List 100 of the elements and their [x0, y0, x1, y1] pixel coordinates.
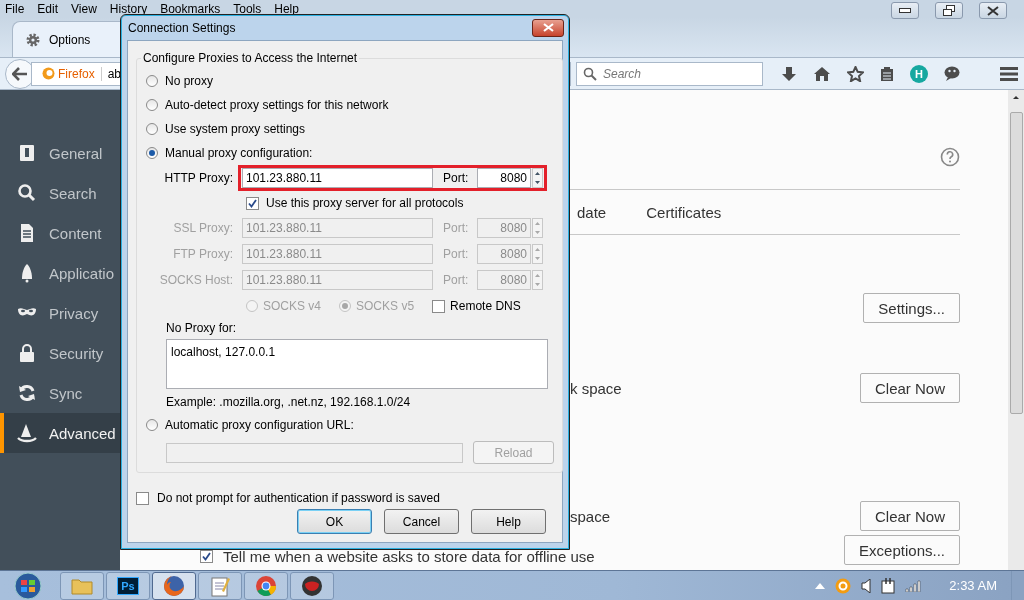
close-icon — [542, 23, 554, 32]
content-tab[interactable]: date — [577, 203, 607, 221]
restore-icon — [943, 5, 955, 16]
menu-icon[interactable] — [1000, 66, 1018, 81]
checkbox[interactable] — [200, 550, 213, 563]
setting-label: space — [570, 507, 611, 525]
sidebar-item[interactable]: Applicatio — [0, 253, 120, 293]
sync-icon — [17, 383, 37, 403]
dialog-button[interactable]: OK — [297, 509, 372, 534]
checkbox[interactable] — [432, 299, 446, 313]
radio-button[interactable] — [146, 147, 158, 159]
tab-title: Options — [49, 32, 91, 47]
security-icon — [17, 343, 37, 363]
port-label: Port: — [442, 171, 470, 185]
field-label: HTTP Proxy: — [163, 171, 234, 185]
close-button[interactable] — [979, 2, 1007, 19]
sidebar-item[interactable]: Sync — [0, 373, 120, 413]
ring-icon[interactable] — [835, 577, 852, 594]
checkbox[interactable] — [136, 491, 149, 505]
search-icon — [17, 183, 37, 203]
action-button[interactable]: Exceptions... — [844, 535, 960, 565]
site-identity[interactable]: Firefox — [42, 66, 102, 81]
example-text: Example: .mozilla.org, .net.nz, 192.168.1.0/24 — [166, 395, 412, 409]
minimize-button[interactable] — [891, 2, 919, 19]
checkbox-label: Do not prompt for authentication if password is saved — [157, 491, 440, 505]
field-label: No Proxy for: — [166, 321, 238, 335]
url-text: ab — [107, 66, 122, 81]
sidebar-item[interactable]: Search — [0, 173, 120, 213]
text-area[interactable]: localhost, 127.0.0.1 — [166, 339, 548, 389]
chrome-icon — [255, 574, 277, 597]
taskbar-button[interactable] — [290, 571, 334, 600]
radio-label: Use system proxy settings — [165, 122, 306, 136]
checkbox-label: Remote DNS — [450, 299, 521, 313]
scrollbar[interactable] — [1008, 90, 1024, 570]
close-icon — [987, 5, 999, 16]
field-label: SOCKS Host: — [158, 273, 234, 287]
menu-item[interactable]: Tools — [233, 1, 262, 16]
radio-button[interactable] — [146, 99, 158, 111]
app-icon: Ps — [117, 576, 139, 595]
spinner-icon[interactable] — [532, 168, 543, 188]
radio-label: Auto-detect proxy settings for this network — [165, 98, 389, 112]
download-icon[interactable] — [781, 65, 797, 82]
menu-item[interactable]: Bookmarks — [160, 1, 221, 16]
general-icon — [17, 143, 37, 163]
folder-icon — [71, 576, 93, 595]
arrow-icon — [12, 66, 28, 81]
radio-label: Automatic proxy configuration URL: — [165, 418, 354, 432]
sidebar-item[interactable]: Security — [0, 333, 120, 373]
speaker-icon[interactable] — [861, 578, 872, 593]
radio-label: SOCKS v4 — [263, 299, 322, 313]
checkbox[interactable] — [246, 196, 259, 210]
content-tab[interactable]: Certificates — [646, 203, 722, 221]
advanced-icon — [17, 423, 37, 443]
setting-label: k space — [570, 379, 622, 397]
dialog-button[interactable]: Help — [471, 509, 546, 534]
star-icon[interactable] — [847, 65, 864, 82]
clipboard-icon[interactable] — [880, 65, 894, 82]
action-button[interactable]: Settings... — [863, 293, 960, 323]
radio-label: No proxy — [165, 74, 214, 88]
action-button[interactable]: Clear Now — [859, 501, 960, 531]
minimize-icon — [899, 7, 911, 14]
globe-icon — [163, 574, 185, 597]
field-label: FTP Proxy: — [172, 247, 234, 261]
menu-item[interactable]: View — [71, 1, 97, 16]
gear-icon — [25, 31, 41, 48]
ball-icon — [301, 574, 323, 597]
chat-icon[interactable] — [944, 66, 960, 81]
power-icon[interactable] — [881, 577, 896, 594]
menu-item[interactable]: File — [5, 1, 25, 16]
checkbox-label: Use this proxy server for all protocols — [266, 196, 464, 210]
proxy-field[interactable]: 101.23.880.11 — [242, 168, 433, 188]
radio-button[interactable] — [146, 75, 158, 87]
ring-icon — [42, 67, 55, 80]
taskbar-button[interactable]: Ps — [106, 571, 150, 600]
signal-icon[interactable] — [905, 579, 922, 592]
taskbar-button[interactable] — [152, 571, 196, 600]
search-field[interactable]: Search — [576, 61, 763, 86]
home-icon[interactable] — [813, 65, 831, 82]
menu-item[interactable]: Help — [274, 1, 299, 16]
action-button[interactable]: Clear Now — [859, 373, 960, 403]
sidebar-item[interactable]: Advanced — [0, 413, 120, 453]
sidebar-item[interactable]: Privacy — [0, 293, 120, 333]
port-label: Port: — [442, 273, 470, 287]
search-icon — [583, 66, 597, 81]
field-label: SSL Proxy: — [172, 221, 234, 235]
dialog-button[interactable]: Cancel — [384, 509, 459, 534]
menu-item[interactable]: Edit — [37, 1, 59, 16]
radio-button[interactable] — [146, 123, 158, 135]
menu-item[interactable]: History — [109, 1, 148, 16]
port-label: Port: — [442, 247, 470, 261]
radio-label: Manual proxy configuration: — [165, 146, 313, 160]
checkbox-label: Tell me when a website asks to store data for offline use — [223, 548, 595, 565]
port-field[interactable]: 8080 — [477, 168, 531, 188]
sidebar-item[interactable]: General — [0, 133, 120, 173]
port-label: Port: — [442, 221, 470, 235]
sidebar-item[interactable]: Content — [0, 213, 120, 253]
radio-label: SOCKS v5 — [356, 299, 415, 313]
help-icon[interactable] — [940, 147, 960, 167]
close-button[interactable] — [532, 18, 564, 37]
restore-button[interactable] — [935, 2, 963, 19]
